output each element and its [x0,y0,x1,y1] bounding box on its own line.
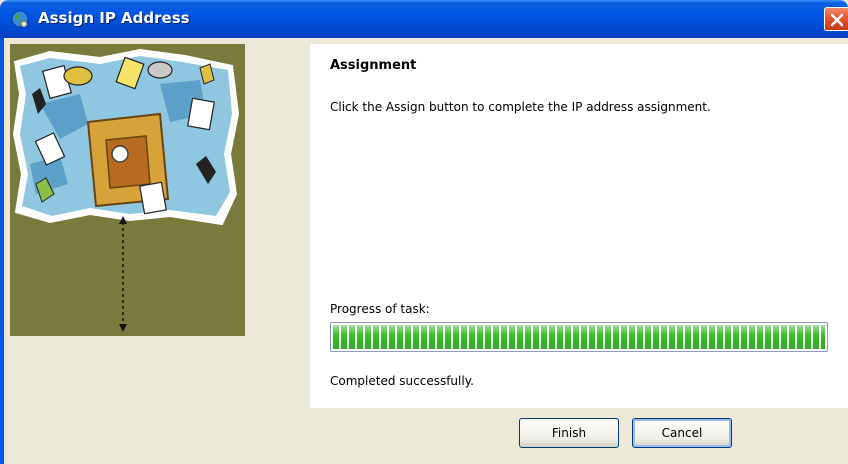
progress-label: Progress of task: [330,302,430,316]
content-panel: Assignment Click the Assign button to co… [310,44,848,408]
cancel-button[interactable]: Cancel [632,418,732,448]
close-icon [830,13,844,27]
title-bar[interactable]: Assign IP Address [0,0,848,38]
page-title: Assignment [330,58,417,73]
finish-button[interactable]: Finish [519,418,619,448]
status-text: Completed successfully. [330,374,474,388]
window-border [0,38,4,464]
instruction-text: Click the Assign button to complete the … [330,100,711,114]
progress-bar-fill [333,325,825,349]
progress-bar [330,322,828,352]
close-button[interactable] [824,7,848,31]
wizard-banner-image [10,44,245,336]
globe-icon [10,9,30,29]
dialog-window: Assign IP Address Assignment Click the A… [0,0,848,464]
window-title: Assign IP Address [38,9,190,27]
